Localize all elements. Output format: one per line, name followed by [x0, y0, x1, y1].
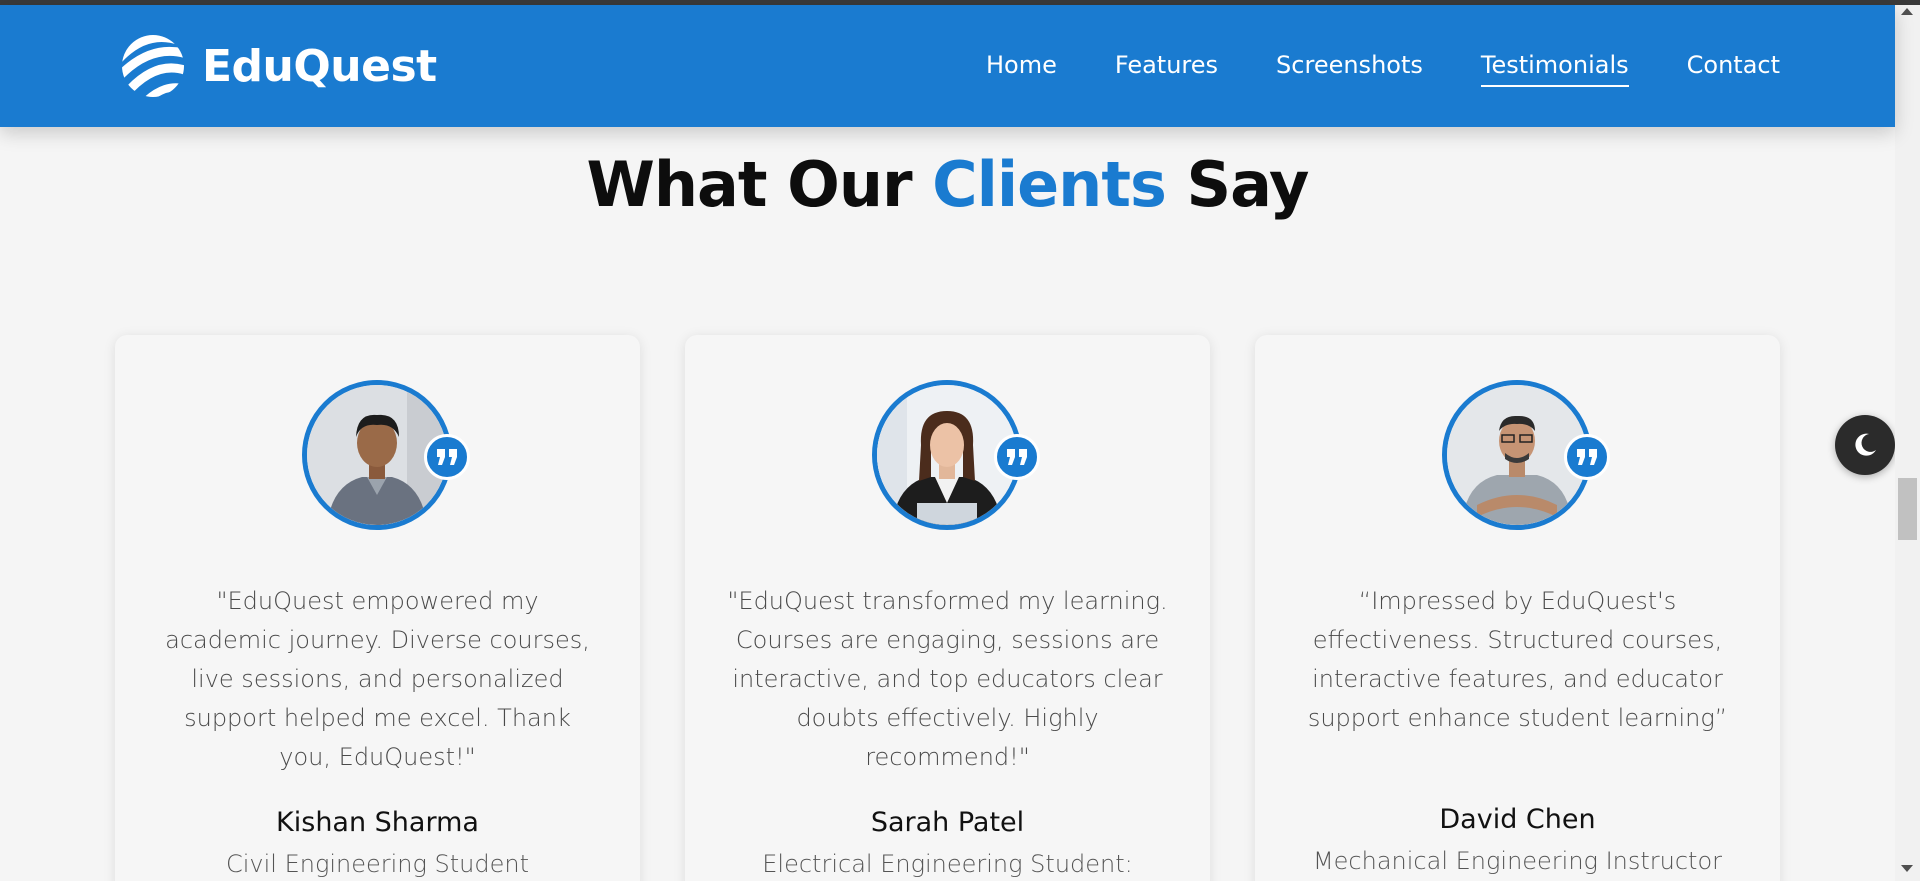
quote-icon: [1007, 449, 1027, 465]
scrollbar-thumb[interactable]: [1898, 478, 1917, 540]
testimonial-name: Kishan Sharma: [276, 807, 479, 838]
testimonial-name: Sarah Patel: [870, 807, 1025, 838]
nav-home[interactable]: Home: [986, 51, 1057, 87]
nav-features[interactable]: Features: [1115, 51, 1218, 87]
quote-badge: [994, 434, 1040, 480]
testimonial-name: David Chen: [1439, 804, 1596, 835]
heading-before: What Our: [586, 148, 933, 221]
testimonial-role: Civil Engineering Student: [225, 850, 530, 878]
testimonial-card: "EduQuest empowered my academic journey.…: [115, 335, 640, 881]
testimonial-role: Mechanical Engineering Instructor: [1312, 847, 1723, 875]
main-nav: Home Features Screenshots Testimonials C…: [928, 51, 1780, 87]
scroll-down-arrow-icon[interactable]: [1901, 865, 1913, 872]
testimonial-quote: "EduQuest transformed my learning. Cours…: [727, 587, 1168, 771]
testimonial-quote: “Impressed by EduQuest's effectiveness. …: [1307, 587, 1728, 732]
navbar: EduQuest Home Features Screenshots Testi…: [0, 5, 1895, 127]
theme-toggle-button[interactable]: [1835, 415, 1895, 475]
nav-testimonials[interactable]: Testimonials: [1480, 51, 1629, 87]
heading-accent: Clients: [932, 148, 1167, 221]
striped-sphere-logo-icon: [122, 35, 184, 97]
quote-icon: [437, 449, 457, 465]
quote-badge: [1564, 434, 1610, 480]
brand-name: EduQuest: [202, 40, 437, 92]
testimonial-card: "EduQuest transformed my learning. Cours…: [685, 335, 1210, 881]
scroll-up-arrow-icon[interactable]: [1901, 8, 1913, 15]
heading-after: Say: [1165, 148, 1309, 221]
testimonial-role: Electrical Engineering Student:: [762, 850, 1133, 878]
quote-icon: [1577, 449, 1597, 465]
quote-badge: [424, 434, 470, 480]
nav-screenshots[interactable]: Screenshots: [1276, 51, 1423, 87]
nav-contact[interactable]: Contact: [1687, 51, 1780, 87]
testimonial-card: “Impressed by EduQuest's effectiveness. …: [1255, 335, 1780, 881]
testimonial-quote: "EduQuest empowered my academic journey.…: [165, 587, 590, 771]
scrollbar-track[interactable]: [1895, 5, 1920, 881]
moon-icon: [1855, 433, 1876, 456]
section-heading: What Our Clients Say: [0, 148, 1895, 221]
brand-logo[interactable]: EduQuest: [120, 33, 437, 99]
